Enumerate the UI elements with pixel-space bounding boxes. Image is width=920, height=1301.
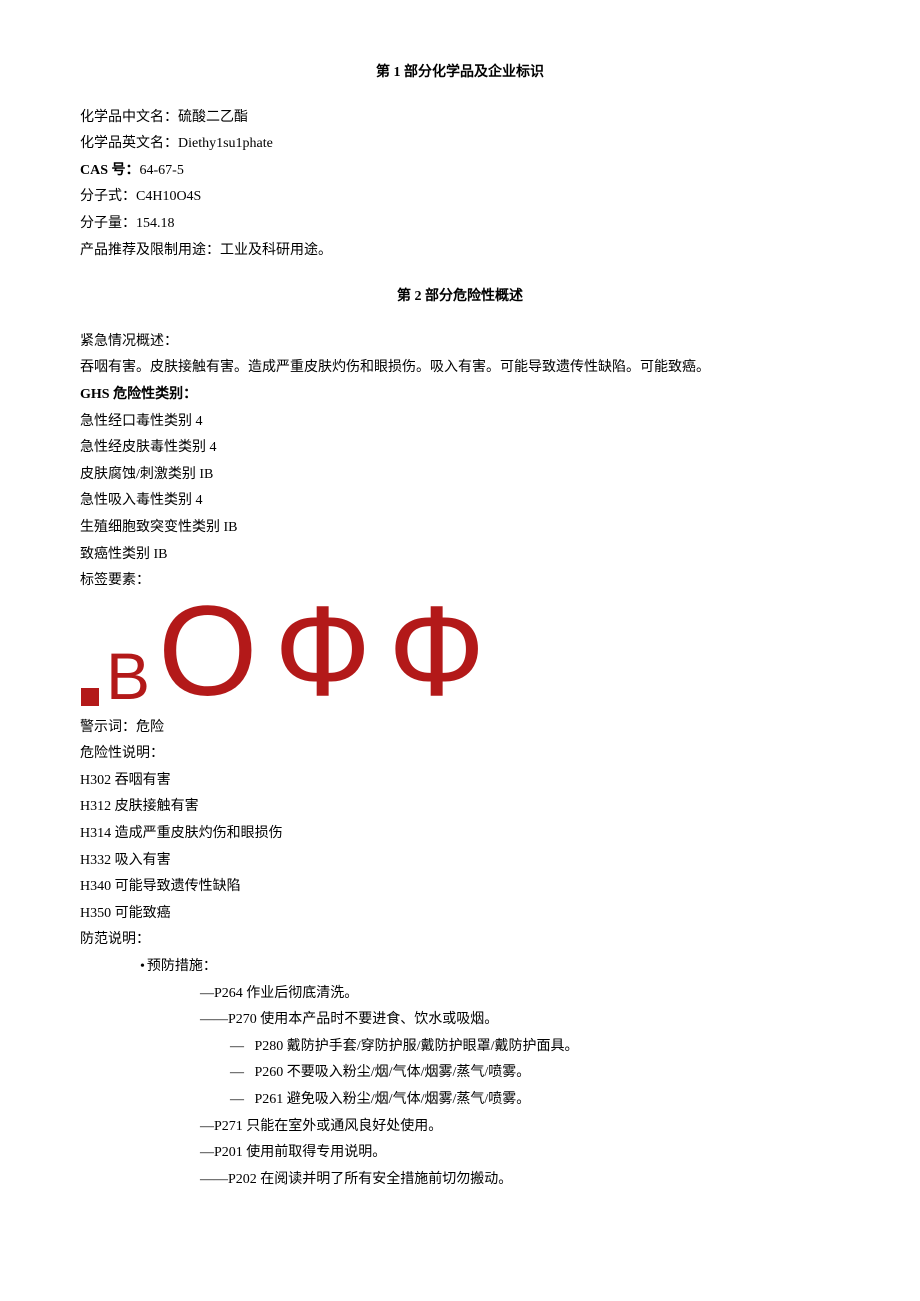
prevention-item-text: P271 只能在室外或通风良好处使用。 bbox=[214, 1119, 442, 1134]
value-formula: C4H10O4S bbox=[136, 189, 201, 204]
prevention-item-text: P264 作业后彻底清洗。 bbox=[214, 986, 358, 1001]
label-elements-label: 标签要素： bbox=[80, 568, 840, 595]
value-cas: 64-67-5 bbox=[140, 163, 184, 178]
hazard-item: H302 吞咽有害 bbox=[80, 768, 840, 795]
prevention-item: P280 戴防护手套/穿防护服/戴防护眼罩/戴防护面具。 bbox=[80, 1034, 840, 1061]
prevention-label-text: 预防措施： bbox=[147, 959, 217, 974]
emergency-label: 紧急情况概述： bbox=[80, 329, 840, 356]
prevention-item-text: P260 不要吸入粉尘/烟/气体/烟雾/蒸气/喷雾。 bbox=[255, 1065, 531, 1080]
label-cas: CAS 号： bbox=[80, 163, 140, 178]
value-name-en: Diethy1su1phate bbox=[178, 136, 273, 151]
heading-number: 1 bbox=[394, 65, 401, 80]
prevention-item-text: P202 在阅读并明了所有安全措施前切勿搬动。 bbox=[228, 1172, 512, 1187]
section-2-heading: 第 2 部分危险性概述 bbox=[80, 284, 840, 311]
label-name-cn: 化学品中文名： bbox=[80, 110, 178, 125]
letter-b-icon: Β bbox=[106, 637, 158, 709]
ghs-label: GHS 危险性类别： bbox=[80, 382, 840, 409]
precaution-label: 防范说明： bbox=[80, 927, 840, 954]
prevention-list: P264 作业后彻底清洗。 P270 使用本产品时不要进食、饮水或吸烟。 P28… bbox=[80, 981, 840, 1194]
pictogram-row: Β О Ф Ф bbox=[80, 599, 840, 709]
heading-number: 2 bbox=[415, 289, 422, 304]
value-use: 工业及科研用途。 bbox=[220, 243, 332, 258]
ghs-item: 急性吸入毒性类别 4 bbox=[80, 488, 840, 515]
value-mw: 154.18 bbox=[136, 216, 175, 231]
heading-prefix: 第 bbox=[376, 65, 394, 80]
prevention-label: 预防措施： bbox=[80, 954, 840, 981]
hazard-item: H332 吸入有害 bbox=[80, 848, 840, 875]
svg-text:О: О bbox=[162, 599, 258, 709]
svg-text:Ф: Ф bbox=[276, 599, 371, 709]
phi-icon: Ф bbox=[390, 599, 500, 709]
row-use: 产品推荐及限制用途：工业及科研用途。 bbox=[80, 238, 840, 265]
section-1-body: 化学品中文名：硫酸二乙酯 化学品英文名：Diethy1su1phate CAS … bbox=[80, 105, 840, 265]
row-name-cn: 化学品中文名：硫酸二乙酯 bbox=[80, 105, 840, 132]
heading-prefix: 第 bbox=[397, 289, 415, 304]
hazard-item: H350 可能致癌 bbox=[80, 901, 840, 928]
prevention-item: P264 作业后彻底清洗。 bbox=[80, 981, 840, 1008]
signal-word-value: 危险 bbox=[136, 720, 164, 735]
ghs-list: 急性经口毒性类别 4 急性经皮肤毒性类别 4 皮肤腐蚀/刺激类别 IB 急性吸入… bbox=[80, 409, 840, 569]
label-mw: 分子量： bbox=[80, 216, 136, 231]
hazard-label: 危险性说明： bbox=[80, 741, 840, 768]
row-name-en: 化学品英文名：Diethy1su1phate bbox=[80, 131, 840, 158]
prevention-item: P271 只能在室外或通风良好处使用。 bbox=[80, 1114, 840, 1141]
label-name-en: 化学品英文名： bbox=[80, 136, 178, 151]
row-formula: 分子式：C4H10O4S bbox=[80, 184, 840, 211]
row-cas: CAS 号：64-67-5 bbox=[80, 158, 840, 185]
phi-icon: Ф bbox=[276, 599, 386, 709]
ghs-item: 致癌性类别 IB bbox=[80, 542, 840, 569]
prevention-item-text: P201 使用前取得专用说明。 bbox=[214, 1145, 386, 1160]
ghs-item: 皮肤腐蚀/刺激类别 IB bbox=[80, 462, 840, 489]
label-use: 产品推荐及限制用途： bbox=[80, 243, 220, 258]
hazard-item: H312 皮肤接触有害 bbox=[80, 794, 840, 821]
hazard-item: H340 可能导致遗传性缺陷 bbox=[80, 874, 840, 901]
row-mw: 分子量：154.18 bbox=[80, 211, 840, 238]
heading-suffix: 部分危险性概述 bbox=[422, 289, 524, 304]
prevention-item: P261 避免吸入粉尘/烟/气体/烟雾/蒸气/喷雾。 bbox=[80, 1087, 840, 1114]
prevention-item: P260 不要吸入粉尘/烟/气体/烟雾/蒸气/喷雾。 bbox=[80, 1060, 840, 1087]
row-signal-word: 警示词：危险 bbox=[80, 715, 840, 742]
hazard-item: H314 造成严重皮肤灼伤和眼损伤 bbox=[80, 821, 840, 848]
heading-suffix: 部分化学品及企业标识 bbox=[401, 65, 545, 80]
circle-icon: О bbox=[162, 599, 272, 709]
ghs-item: 生殖细胞致突变性类别 IB bbox=[80, 515, 840, 542]
prevention-item-text: P261 避免吸入粉尘/烟/气体/烟雾/蒸气/喷雾。 bbox=[255, 1092, 531, 1107]
value-name-cn: 硫酸二乙酯 bbox=[178, 110, 248, 125]
emergency-text: 吞咽有害。皮肤接触有害。造成严重皮肤灼伤和眼损伤。吸入有害。可能导致遗传性缺陷。… bbox=[80, 355, 840, 382]
ghs-item: 急性经皮肤毒性类别 4 bbox=[80, 435, 840, 462]
section-2-body: 紧急情况概述： 吞咽有害。皮肤接触有害。造成严重皮肤灼伤和眼损伤。吸入有害。可能… bbox=[80, 329, 840, 1194]
prevention-item: P202 在阅读并明了所有安全措施前切勿搬动。 bbox=[80, 1167, 840, 1194]
prevention-item: P201 使用前取得专用说明。 bbox=[80, 1140, 840, 1167]
prevention-item-text: P280 戴防护手套/穿防护服/戴防护眼罩/戴防护面具。 bbox=[255, 1039, 579, 1054]
label-formula: 分子式： bbox=[80, 189, 136, 204]
prevention-item-text: P270 使用本产品时不要进食、饮水或吸烟。 bbox=[228, 1012, 498, 1027]
svg-text:Ф: Ф bbox=[390, 599, 485, 709]
square-icon bbox=[80, 687, 102, 709]
ghs-item: 急性经口毒性类别 4 bbox=[80, 409, 840, 436]
hazard-list: H302 吞咽有害 H312 皮肤接触有害 H314 造成严重皮肤灼伤和眼损伤 … bbox=[80, 768, 840, 928]
prevention-item: P270 使用本产品时不要进食、饮水或吸烟。 bbox=[80, 1007, 840, 1034]
signal-word-label: 警示词： bbox=[80, 720, 136, 735]
section-1-heading: 第 1 部分化学品及企业标识 bbox=[80, 60, 840, 87]
svg-text:Β: Β bbox=[106, 639, 150, 709]
